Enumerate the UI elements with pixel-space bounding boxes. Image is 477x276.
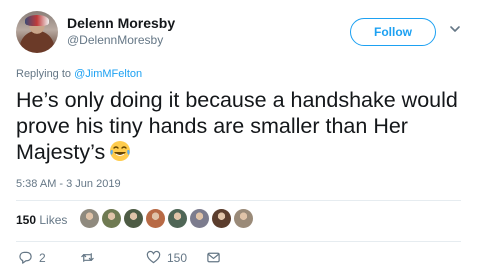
retweet-icon <box>81 253 94 262</box>
envelope-icon <box>207 252 220 263</box>
replying-to: Replying to @JimMFelton <box>16 68 142 80</box>
liker-avatar[interactable] <box>146 209 165 228</box>
like-count: 150 <box>167 250 188 265</box>
tweet-timestamp[interactable]: 5:38 AM - 3 Jun 2019 <box>16 178 121 190</box>
liker-avatar[interactable] <box>124 209 143 228</box>
like-button[interactable]: 150 <box>146 250 187 265</box>
liker-avatars <box>80 209 253 229</box>
tweet-body: He’s only doing it because a handshake w… <box>16 88 458 164</box>
likes-count[interactable]: 150 Likes <box>16 213 67 227</box>
follow-button[interactable]: Follow <box>350 18 436 46</box>
replying-prefix: Replying to <box>16 68 72 80</box>
likes-number: 150 <box>16 213 37 227</box>
tweet-text: He’s only doing it because a handshake w… <box>16 87 466 165</box>
reply-mention-link[interactable]: @JimMFelton <box>74 68 142 80</box>
avatar-hat <box>25 15 49 26</box>
retweet-button[interactable] <box>80 250 101 265</box>
reply-count: 2 <box>39 250 46 265</box>
divider <box>16 200 461 201</box>
liker-avatar[interactable] <box>168 209 187 228</box>
divider <box>16 241 461 242</box>
author-display-name[interactable]: Delenn Moresby <box>67 15 175 31</box>
liker-avatar[interactable] <box>212 209 231 228</box>
face-with-tears-of-joy-icon <box>110 141 131 161</box>
liker-avatar[interactable] <box>102 209 121 228</box>
tweet-card: Delenn Moresby @DelennMoresby Follow Rep… <box>0 0 477 276</box>
liker-avatar[interactable] <box>190 209 209 228</box>
author-avatar[interactable] <box>16 11 58 53</box>
chevron-down-icon[interactable] <box>448 22 462 36</box>
reply-icon <box>19 251 32 264</box>
direct-message-button[interactable] <box>206 250 221 265</box>
likes-label: Likes <box>39 213 68 227</box>
liker-avatar[interactable] <box>234 209 253 228</box>
heart-icon <box>146 250 161 264</box>
reply-button[interactable]: 2 <box>18 250 46 265</box>
liker-avatar[interactable] <box>80 209 99 228</box>
author-handle[interactable]: @DelennMoresby <box>67 33 163 47</box>
